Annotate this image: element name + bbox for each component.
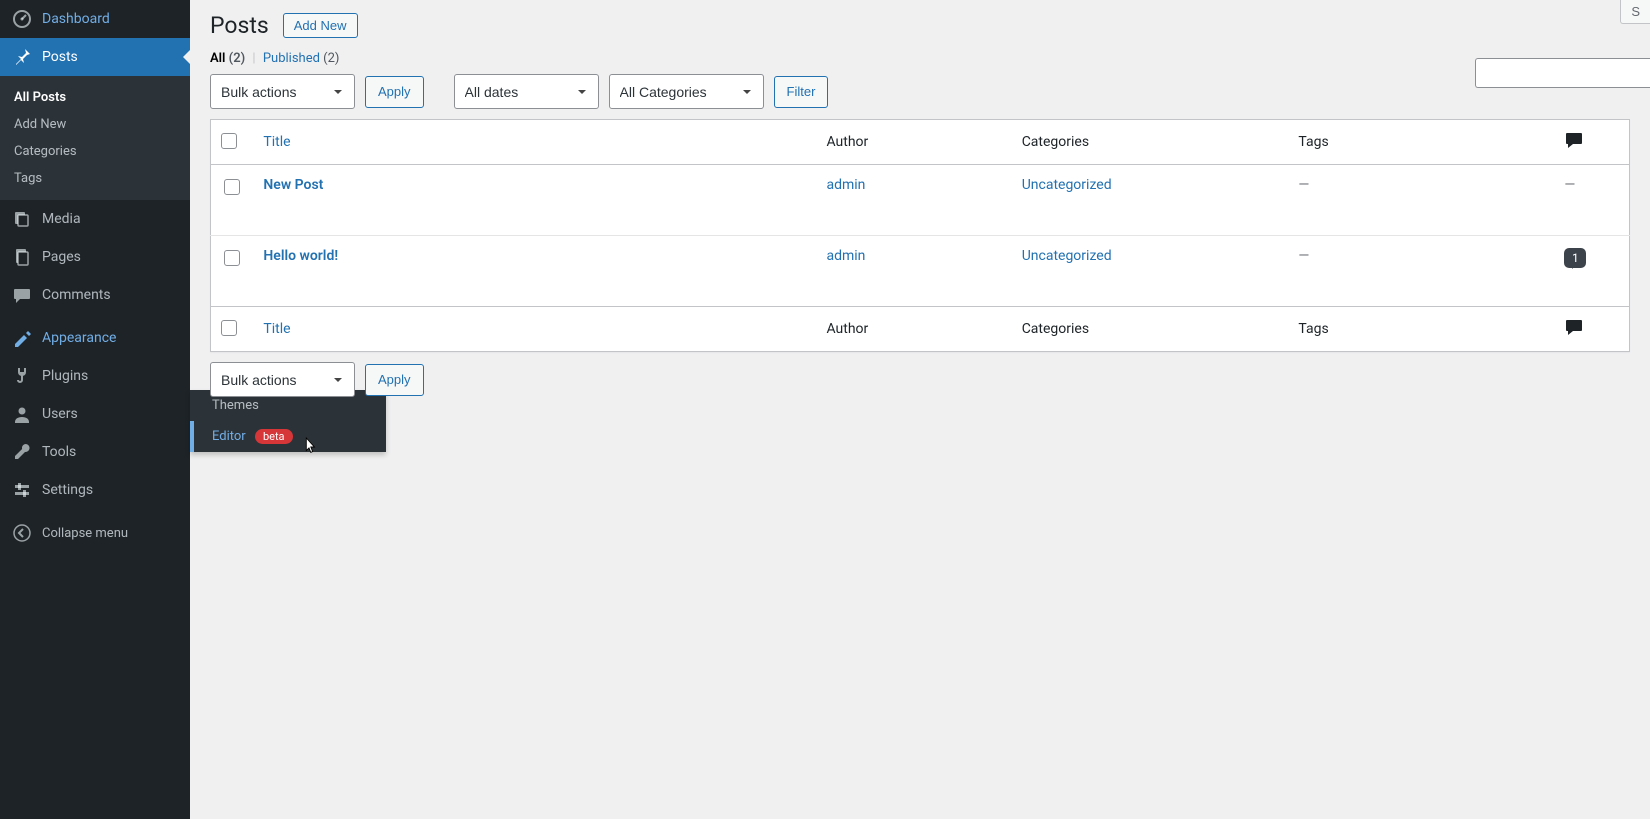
menu-comments[interactable]: Comments <box>0 276 190 314</box>
menu-users-label: Users <box>42 406 190 422</box>
filter-button[interactable]: Filter <box>774 76 829 108</box>
date-filter-select[interactable]: All dates <box>454 74 599 109</box>
search-posts-input[interactable] <box>1475 58 1650 88</box>
view-published[interactable]: Published (2) <box>263 51 340 66</box>
dashboard-icon <box>12 9 32 29</box>
row-checkbox[interactable] <box>224 179 240 195</box>
screen-options-button[interactable]: S <box>1620 0 1650 24</box>
table-row: Hello world! admin Uncategorized — 1 <box>211 236 1630 307</box>
col-categories-foot: Categories <box>1012 307 1289 352</box>
view-filters: All (2) | Published (2) <box>210 51 1630 66</box>
separator: | <box>252 51 255 66</box>
post-comments: — <box>1564 177 1575 193</box>
menu-tools-label: Tools <box>42 444 190 460</box>
menu-appearance[interactable]: Appearance <box>0 319 190 357</box>
comments-icon <box>12 285 32 305</box>
menu-media-label: Media <box>42 211 190 227</box>
collapse-icon <box>12 523 32 543</box>
collapse-menu[interactable]: Collapse menu <box>0 514 190 552</box>
submenu-all-posts[interactable]: All Posts <box>0 84 190 111</box>
comments-column-icon <box>1564 325 1584 341</box>
col-tags: Tags <box>1288 120 1554 165</box>
submenu-categories[interactable]: Categories <box>0 138 190 165</box>
post-author-link[interactable]: admin <box>826 248 865 264</box>
page-title: Posts <box>210 12 269 39</box>
menu-dashboard[interactable]: Dashboard <box>0 0 190 38</box>
col-title-foot[interactable]: Title <box>253 307 816 352</box>
post-title-link[interactable]: Hello world! <box>263 248 338 264</box>
media-icon <box>12 209 32 229</box>
comments-column-icon <box>1564 138 1584 154</box>
select-all-checkbox-bottom[interactable] <box>221 320 237 336</box>
col-comments-foot[interactable] <box>1554 307 1629 352</box>
plugins-icon <box>12 366 32 386</box>
tablenav-top: Bulk actions Apply All dates All Categor… <box>210 74 1630 109</box>
post-tags: — <box>1298 177 1309 193</box>
col-comments[interactable] <box>1554 120 1629 165</box>
admin-sidebar: Dashboard Posts All Posts Add New Catego… <box>0 0 190 819</box>
apply-bulk-button[interactable]: Apply <box>365 76 424 108</box>
submenu-add-new[interactable]: Add New <box>0 111 190 138</box>
menu-settings-label: Settings <box>42 482 190 498</box>
post-category-link[interactable]: Uncategorized <box>1022 248 1112 264</box>
apply-bulk-button-bottom[interactable]: Apply <box>365 364 424 396</box>
menu-comments-label: Comments <box>42 287 190 303</box>
post-title-link[interactable]: New Post <box>263 177 323 193</box>
bulk-actions-select[interactable]: Bulk actions <box>210 74 355 109</box>
bulk-actions-select-bottom[interactable]: Bulk actions <box>210 362 355 397</box>
users-icon <box>12 404 32 424</box>
tablenav-bottom: Bulk actions Apply <box>210 362 1630 397</box>
category-filter-select[interactable]: All Categories <box>609 74 764 109</box>
page-header: Posts Add New <box>210 12 1630 39</box>
menu-pages[interactable]: Pages <box>0 238 190 276</box>
menu-media[interactable]: Media <box>0 200 190 238</box>
menu-dashboard-label: Dashboard <box>42 11 190 27</box>
menu-plugins-label: Plugins <box>42 368 190 384</box>
select-all-checkbox-top[interactable] <box>221 133 237 149</box>
menu-settings[interactable]: Settings <box>0 471 190 509</box>
menu-pages-label: Pages <box>42 249 190 265</box>
col-tags-foot: Tags <box>1288 307 1554 352</box>
post-author-link[interactable]: admin <box>826 177 865 193</box>
menu-appearance-label: Appearance <box>42 330 190 346</box>
settings-icon <box>12 480 32 500</box>
menu-plugins[interactable]: Plugins <box>0 357 190 395</box>
collapse-label: Collapse menu <box>42 526 128 541</box>
pin-icon <box>12 47 32 67</box>
col-author-foot: Author <box>816 307 1011 352</box>
submenu-tags[interactable]: Tags <box>0 165 190 192</box>
col-author: Author <box>816 120 1011 165</box>
menu-posts-label: Posts <box>42 49 190 65</box>
post-category-link[interactable]: Uncategorized <box>1022 177 1112 193</box>
row-checkbox[interactable] <box>224 250 240 266</box>
comment-count-bubble[interactable]: 1 <box>1564 248 1586 268</box>
posts-submenu: All Posts Add New Categories Tags <box>0 76 190 200</box>
pages-icon <box>12 247 32 267</box>
menu-users[interactable]: Users <box>0 395 190 433</box>
add-new-button[interactable]: Add New <box>283 13 358 38</box>
content-area: S Posts Add New All (2) | Published (2) … <box>190 0 1650 819</box>
col-categories: Categories <box>1012 120 1289 165</box>
appearance-icon <box>12 328 32 348</box>
posts-table: Title Author Categories Tags New Post ad… <box>210 119 1630 352</box>
view-all[interactable]: All (2) <box>210 51 245 66</box>
col-title[interactable]: Title <box>253 120 816 165</box>
tools-icon <box>12 442 32 462</box>
post-tags: — <box>1298 248 1309 264</box>
menu-posts[interactable]: Posts <box>0 38 190 76</box>
table-row: New Post admin Uncategorized — — <box>211 165 1630 236</box>
menu-tools[interactable]: Tools <box>0 433 190 471</box>
